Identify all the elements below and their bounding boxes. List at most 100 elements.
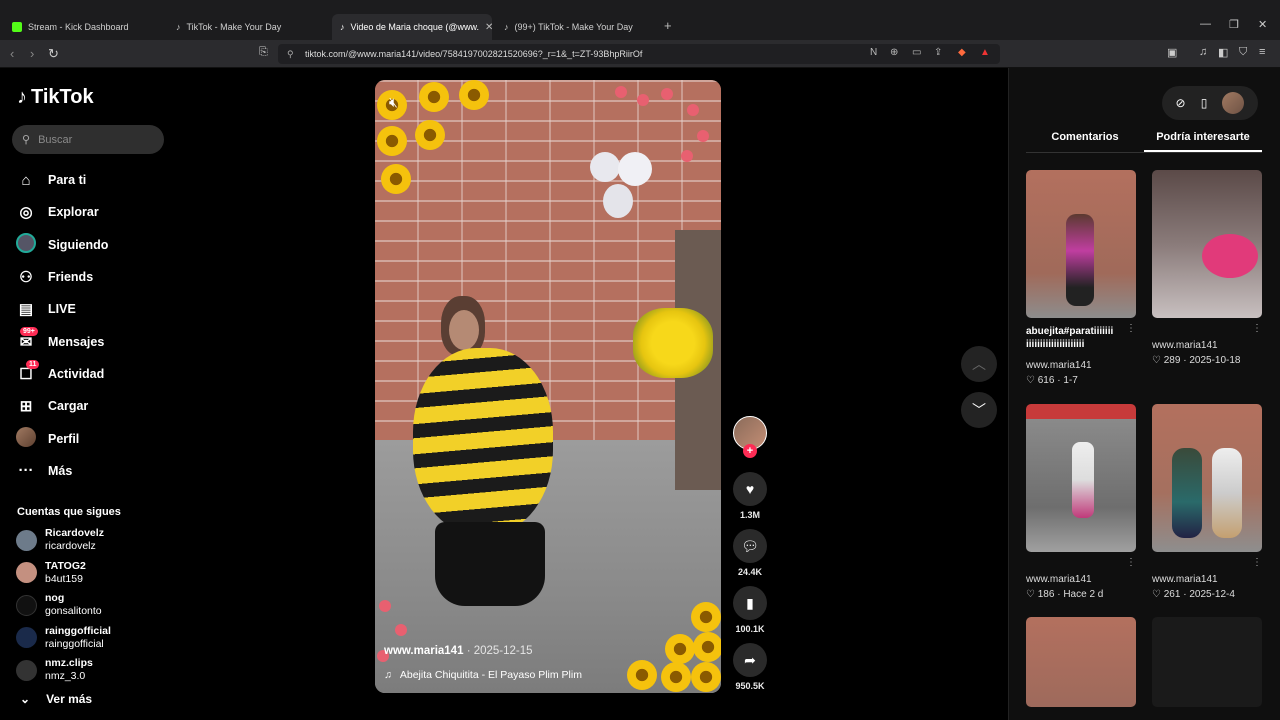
nav-label: Más (48, 463, 73, 478)
browser-tab[interactable]: Stream - Kick Dashboard (4, 14, 164, 40)
nav-label: Mensajes (48, 334, 105, 349)
brave-shield-icon[interactable]: ◆ (958, 47, 966, 58)
next-video-button[interactable]: ﹀ (961, 392, 997, 428)
frame-rose (379, 600, 391, 612)
search-box[interactable]: ⚲ (12, 125, 164, 154)
video-user[interactable]: www.maria141 (1152, 574, 1218, 585)
follow-plus-icon[interactable]: + (743, 444, 757, 458)
nav-item-mensajes[interactable]: ✉ 99+ Mensajes (16, 325, 176, 357)
site-info-icon[interactable]: ⚲ (287, 44, 294, 64)
following-item[interactable]: Ricardovelz ricardovelz (16, 524, 176, 557)
nav-item-siguiendo[interactable]: Siguiendo (16, 229, 176, 261)
more-options-icon[interactable]: ⋮ (1252, 323, 1262, 334)
following-item[interactable]: rainggofficial rainggofficial (16, 622, 176, 655)
nav-item-friends[interactable]: ⚇ Friends (16, 261, 176, 293)
nav-item-live[interactable]: ▤ LIVE (16, 293, 176, 325)
sidebar-toggle-icon[interactable]: ◧ (1218, 46, 1228, 59)
video-player[interactable] (375, 80, 721, 693)
tiktok-favicon-icon: ♪ (504, 22, 509, 32)
minimize-icon[interactable]: — (1200, 18, 1211, 30)
wallet-icon[interactable]: ▣ (1167, 46, 1177, 59)
frame-flower (691, 662, 721, 692)
like-action[interactable]: ♥ 1.3M (733, 472, 767, 520)
comment-action[interactable]: 💬︎ 24.4K (733, 529, 767, 577)
share-count: 950.5K (735, 681, 765, 691)
upload-icon: ⊞ (19, 398, 33, 416)
friends-icon: ⚇ (19, 269, 33, 287)
recommended-video-thumbnail[interactable] (1152, 404, 1262, 552)
like-count: 1.3M (739, 510, 760, 520)
tab-podria-interesarte[interactable]: Podría interesarte (1144, 127, 1262, 152)
like-count: 616 (1037, 375, 1055, 386)
device-icon[interactable]: ▯ (1201, 96, 1208, 110)
video-stats: ♡ 616 · 1-7 (1026, 375, 1078, 386)
recommended-video-thumbnail[interactable] (1152, 617, 1262, 707)
following-item[interactable]: TATOG2 b4ut159 (16, 557, 176, 590)
nav-item-cargar[interactable]: ⊞ Cargar (16, 390, 176, 422)
vpn-icon[interactable]: ⛉ (1239, 46, 1247, 59)
muted-speaker-icon[interactable]: 🔇︎ (389, 94, 398, 111)
video-music[interactable]: ♫ Abejita Chiquitita - El Payaso Plim Pl… (384, 669, 582, 681)
heart-icon[interactable]: ♥ (733, 472, 767, 506)
frame-flower (381, 164, 411, 194)
following-handle: gonsalitonto (45, 605, 102, 618)
bookmark-icon[interactable]: ▮ (733, 586, 767, 620)
share-action[interactable]: ➦ 950.5K (733, 643, 767, 691)
following-item[interactable]: nog gonsalitonto (16, 589, 176, 622)
see-more-label: Ver más (46, 692, 93, 706)
recommended-video-thumbnail[interactable] (1026, 404, 1136, 552)
frame-rose (615, 86, 627, 98)
maximize-icon[interactable]: ❐ (1229, 18, 1239, 31)
video-author[interactable]: www.maria141 · 2025-12-15 (384, 645, 533, 657)
menu-icon[interactable]: ≡ (1259, 46, 1265, 58)
tiktok-logo[interactable]: ♪ TikTok (17, 86, 94, 109)
live-icon: ▤ (18, 301, 34, 319)
tab-comentarios[interactable]: Comentarios (1026, 127, 1144, 152)
avatar (16, 562, 37, 584)
rewards-icon[interactable]: ▲ (980, 47, 990, 58)
more-options-icon[interactable]: ⋮ (1126, 323, 1136, 334)
nav-item-perfil[interactable]: Perfil (16, 422, 176, 454)
browser-tab[interactable]: ♪ (99+) TikTok - Make Your Day (496, 14, 656, 40)
close-window-icon[interactable]: ✕ (1258, 18, 1267, 31)
close-tab-icon[interactable]: ✕ (485, 22, 492, 33)
previous-video-button[interactable]: ︿ (961, 346, 997, 382)
comment-icon[interactable]: 💬︎ (733, 529, 767, 563)
nav-item-actividad[interactable]: ☐ 11 Actividad (16, 358, 176, 390)
nav-item-para-ti[interactable]: ⌂ Para ti (16, 164, 176, 196)
save-action[interactable]: ▮ 100.1K (733, 586, 767, 634)
nav-item-mas[interactable]: ··· Más (16, 455, 176, 487)
video-caption[interactable]: abuejita#paratiiiiiii iiiiiiiiiiiiiiiiii… (1026, 325, 1126, 351)
frame-flower (661, 662, 691, 692)
recommended-video-thumbnail[interactable] (1026, 170, 1136, 318)
zoom-icon[interactable]: ⊕ (890, 47, 898, 58)
browser-tab-active[interactable]: ♪ Video de Maria choque (@www. ✕ (332, 14, 492, 40)
share-arrow-icon[interactable]: ➦ (733, 643, 767, 677)
following-item[interactable]: nmz.clips nmz_3.0 (16, 654, 176, 687)
tab-label: (99+) TikTok - Make Your Day (514, 22, 633, 32)
browser-tab[interactable]: ♪ TikTok - Make Your Day (168, 14, 328, 40)
video-user[interactable]: www.maria141 (1026, 574, 1092, 585)
user-avatar[interactable] (1222, 92, 1245, 114)
reload-icon[interactable]: ↻ (48, 46, 59, 62)
see-more-button[interactable]: ⌄ Ver más (20, 692, 92, 706)
more-options-icon[interactable]: ⋮ (1252, 557, 1262, 568)
recommended-video-thumbnail[interactable] (1026, 617, 1136, 707)
share-icon[interactable]: ⇪ (934, 47, 942, 58)
sunflowers (633, 308, 713, 378)
bookmark-icon[interactable]: ⎘ (259, 46, 268, 59)
compass-icon[interactable]: ⊘ (1176, 96, 1186, 110)
back-icon[interactable]: ‹ (10, 46, 14, 61)
video-user[interactable]: www.maria141 (1026, 360, 1092, 371)
recommended-video-thumbnail[interactable] (1152, 170, 1262, 318)
no-tracking-icon[interactable]: N (870, 47, 877, 58)
search-input[interactable] (38, 133, 149, 146)
more-options-icon[interactable]: ⋮ (1126, 557, 1136, 568)
media-icon[interactable]: ♫ (1199, 46, 1207, 58)
new-tab-icon[interactable]: + (664, 18, 672, 33)
forward-icon[interactable]: › (30, 46, 34, 61)
video-user[interactable]: www.maria141 (1152, 340, 1218, 351)
like-count: 289 (1163, 355, 1181, 366)
cast-icon[interactable]: ▭ (912, 47, 921, 58)
nav-item-explorar[interactable]: ◎ Explorar (16, 196, 176, 228)
